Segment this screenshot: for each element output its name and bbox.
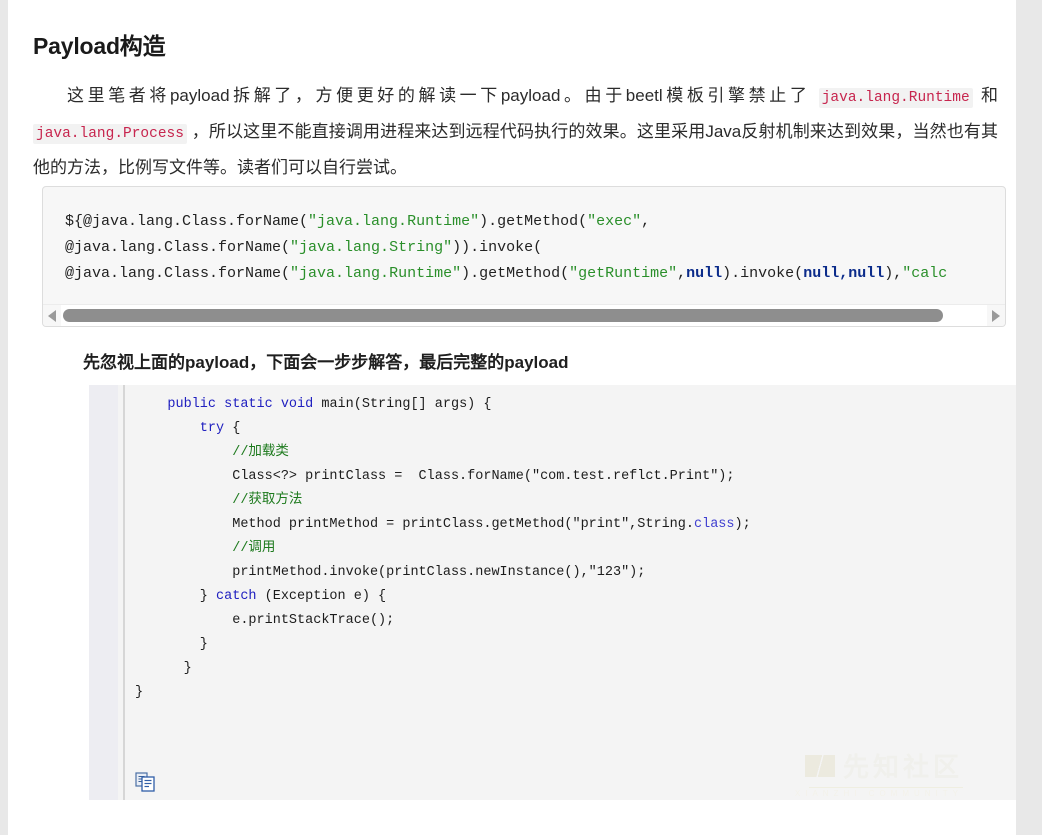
payload-code-content: ${@java.lang.Class.forName("java.lang.Ru… xyxy=(43,187,1005,300)
java-code-token: } xyxy=(135,685,144,700)
java-code-token: class xyxy=(694,517,735,532)
watermark-subtext: XIANZHI COMMUNITY xyxy=(794,789,963,798)
java-code-line: //调用 xyxy=(125,537,1016,561)
java-code-line: Method printMethod = printClass.getMetho… xyxy=(125,513,1016,537)
watermark-divider xyxy=(809,787,963,788)
code-string-token: "exec" xyxy=(587,213,642,230)
watermark-logo: 先知社区 xyxy=(804,747,963,784)
java-code-screenshot: public static void main(String[] args) {… xyxy=(89,385,1016,800)
java-code-token: printMethod.invoke(printClass.newInstanc… xyxy=(135,565,646,580)
sub-heading: 先忽视上面的payload，下面会一步步解答，最后完整的payload xyxy=(83,353,569,372)
code-token: ), xyxy=(884,265,903,282)
java-code-token: } xyxy=(135,661,192,676)
java-code-token: Class<?> printClass = Class.forName("com… xyxy=(135,469,735,484)
code-string-token: "java.lang.String" xyxy=(290,239,453,256)
java-code-token: try xyxy=(135,421,233,436)
code-token: ).invoke( xyxy=(722,265,804,282)
payload-code-line-2: @java.lang.Class.forName("java.lang.Stri… xyxy=(65,235,1005,261)
java-code-token: main(String[] args) { xyxy=(321,397,492,412)
scroll-left-arrow-icon[interactable] xyxy=(43,305,61,327)
watermark-mark-icon xyxy=(804,754,835,777)
java-code-line: //获取方法 xyxy=(125,489,1016,513)
paragraph-text-part-1: 这里笔者将payload拆解了，方便更好的解读一下payload。由于beetl… xyxy=(67,86,819,105)
payload-code-block[interactable]: ${@java.lang.Class.forName("java.lang.Ru… xyxy=(42,186,1006,327)
copy-icon[interactable] xyxy=(135,772,157,792)
java-code-line: } xyxy=(125,657,1016,681)
java-code-line: } catch (Exception e) { xyxy=(125,585,1016,609)
code-string-token: "calc xyxy=(902,265,948,282)
java-code-token: } xyxy=(135,589,217,604)
java-code-lines: public static void main(String[] args) {… xyxy=(125,385,1016,800)
code-token: , xyxy=(641,213,651,230)
code-token: )).invoke( xyxy=(452,239,543,256)
code-token: , xyxy=(677,265,687,282)
intro-paragraph: 这里笔者将payload拆解了，方便更好的解读一下payload。由于beetl… xyxy=(33,79,998,184)
paragraph-text-part-2: 和 xyxy=(972,86,998,105)
inline-code-runtime: java.lang.Runtime xyxy=(818,88,973,108)
java-code-line: printMethod.invoke(printClass.newInstanc… xyxy=(125,561,1016,585)
java-code-line: Class<?> printClass = Class.forName("com… xyxy=(125,465,1016,489)
article-content-column: Payload构造 这里笔者将payload拆解了，方便更好的解读一下paylo… xyxy=(8,0,1016,835)
java-code-line: e.printStackTrace(); xyxy=(125,609,1016,633)
code-string-token: "java.lang.Runtime" xyxy=(308,213,480,230)
payload-code-line-3: @java.lang.Class.forName("java.lang.Runt… xyxy=(65,261,1005,287)
inline-code-process: java.lang.Process xyxy=(33,124,187,144)
java-code-line: } xyxy=(125,633,1016,657)
code-null-token: null,null xyxy=(803,265,885,282)
scrollbar-track[interactable] xyxy=(61,304,987,326)
java-code-token: public static void xyxy=(135,397,322,412)
java-code-token: } xyxy=(135,637,208,652)
page-title: Payload构造 xyxy=(33,33,166,60)
scrollbar-thumb[interactable] xyxy=(63,308,943,322)
java-code-token: Method printMethod = printClass.getMetho… xyxy=(135,517,694,532)
code-token: @java.lang.Class.forName( xyxy=(65,265,291,282)
horizontal-scrollbar[interactable] xyxy=(43,304,1005,326)
java-code-line: public static void main(String[] args) { xyxy=(125,393,1016,417)
java-code-token: //获取方法 xyxy=(135,493,303,508)
code-token: @java.lang.Class.forName( xyxy=(65,239,291,256)
code-token: ${@java.lang.Class.forName( xyxy=(65,213,309,230)
code-token: ).getMethod( xyxy=(479,213,588,230)
java-code-token: //加载类 xyxy=(135,445,289,460)
java-code-token: //调用 xyxy=(135,541,276,556)
java-code-token: ); xyxy=(734,517,751,532)
java-code-token: e.printStackTrace(); xyxy=(135,613,395,628)
code-null-token: null xyxy=(686,265,723,282)
java-code-line: //加载类 xyxy=(125,441,1016,465)
java-code-line: try { xyxy=(125,417,1016,441)
code-gutter xyxy=(89,385,118,800)
java-code-line: } xyxy=(125,681,1016,705)
java-code-token: { xyxy=(232,421,241,436)
scroll-right-arrow-icon[interactable] xyxy=(987,305,1005,327)
code-string-token: "getRuntime" xyxy=(569,265,678,282)
code-token: ).getMethod( xyxy=(461,265,570,282)
payload-code-line-1: ${@java.lang.Class.forName("java.lang.Ru… xyxy=(65,209,1005,235)
watermark-text: 先知社区 xyxy=(842,752,963,782)
java-code-token: catch xyxy=(216,589,265,604)
code-string-token: "java.lang.Runtime" xyxy=(290,265,462,282)
page-root: Payload构造 这里笔者将payload拆解了，方便更好的解读一下paylo… xyxy=(0,0,1042,835)
java-code-token: (Exception e) { xyxy=(264,589,387,604)
